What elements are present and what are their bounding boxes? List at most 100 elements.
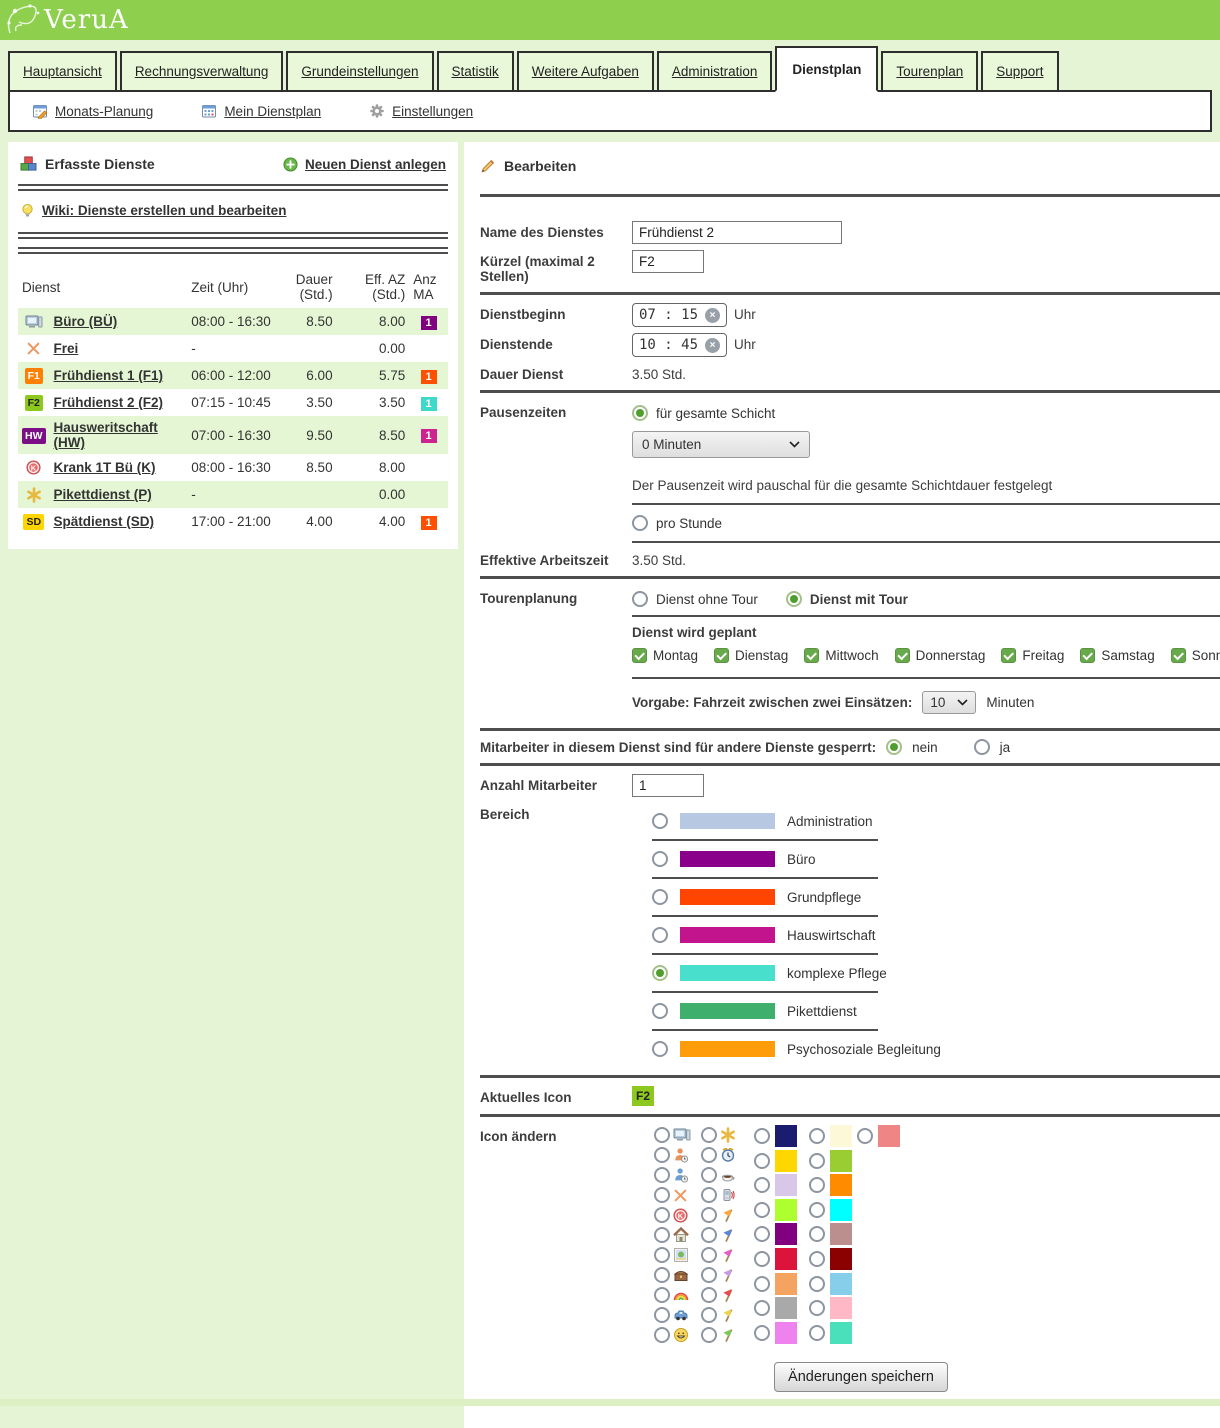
color-radio[interactable]	[857, 1128, 873, 1144]
color-radio[interactable]	[754, 1128, 770, 1144]
icon-radio[interactable]	[654, 1147, 670, 1163]
tab-dienstplan[interactable]: Dienstplan	[775, 46, 878, 92]
icon-radio[interactable]	[701, 1267, 717, 1283]
bereich-radio-administration[interactable]	[652, 813, 668, 829]
color-radio[interactable]	[754, 1251, 770, 1267]
pause-minutes-select[interactable]: 0 Minuten	[632, 431, 810, 458]
checkbox-freitag[interactable]	[1001, 648, 1016, 663]
color-option	[809, 1174, 857, 1196]
service-link[interactable]: Büro (BÜ)	[54, 314, 118, 329]
bereich-color-swatch	[680, 813, 775, 829]
tour-mit-radio[interactable]	[786, 591, 802, 607]
color-radio[interactable]	[809, 1177, 825, 1193]
color-radio[interactable]	[809, 1251, 825, 1267]
tab-support[interactable]: Support	[981, 51, 1058, 92]
color-radio[interactable]	[809, 1276, 825, 1292]
anzahl-input[interactable]	[632, 774, 704, 797]
wiki-link[interactable]: Wiki: Dienste erstellen und bearbeiten	[20, 203, 286, 218]
service-link[interactable]: Pikettdienst (P)	[54, 487, 152, 502]
icon-radio[interactable]	[701, 1187, 717, 1203]
color-radio[interactable]	[809, 1325, 825, 1341]
icon-radio[interactable]	[654, 1207, 670, 1223]
subnav-item-einstellungen[interactable]: Einstellungen	[369, 103, 473, 119]
new-service-link[interactable]: Neuen Dienst anlegen	[283, 157, 446, 172]
checkbox-montag[interactable]	[632, 648, 647, 663]
dienstende-input[interactable]: 10 : 45 ×	[632, 333, 727, 357]
icon-radio[interactable]	[701, 1307, 717, 1323]
color-radio[interactable]	[809, 1153, 825, 1169]
icon-radio[interactable]	[701, 1327, 717, 1343]
icon-radio[interactable]	[654, 1227, 670, 1243]
bereich-radio-hauswirtschaft[interactable]	[652, 927, 668, 943]
pause-stunde-radio[interactable]	[632, 515, 648, 531]
icon-radio[interactable]	[654, 1287, 670, 1303]
tour-ohne-radio[interactable]	[632, 591, 648, 607]
tab-tourenplan[interactable]: Tourenplan	[881, 51, 978, 92]
icon-radio[interactable]	[701, 1247, 717, 1263]
color-radio[interactable]	[754, 1226, 770, 1242]
icon-radio[interactable]	[654, 1127, 670, 1143]
icon-radio[interactable]	[654, 1187, 670, 1203]
clear-time-icon[interactable]: ×	[705, 338, 720, 353]
divider	[480, 728, 1220, 731]
tab-weitere-aufgaben[interactable]: Weitere Aufgaben	[517, 51, 654, 92]
subnav-item-monats-planung[interactable]: Monats-Planung	[32, 103, 153, 119]
color-radio[interactable]	[754, 1325, 770, 1341]
name-input[interactable]	[632, 221, 842, 244]
service-link[interactable]: Spätdienst (SD)	[54, 514, 155, 529]
icon-radio[interactable]	[654, 1247, 670, 1263]
icon-radio[interactable]	[654, 1327, 670, 1343]
icon-color-column	[857, 1125, 907, 1150]
color-radio[interactable]	[754, 1202, 770, 1218]
gesperrt-ja-radio[interactable]	[974, 739, 990, 755]
service-link[interactable]: Hausweritschaft (HW)	[54, 420, 158, 450]
icon-radio[interactable]	[654, 1307, 670, 1323]
color-radio[interactable]	[754, 1300, 770, 1316]
pause-schicht-radio[interactable]	[632, 405, 648, 421]
checkbox-dienstag[interactable]	[714, 648, 729, 663]
color-radio[interactable]	[754, 1177, 770, 1193]
bereich-radio-pikettdienst[interactable]	[652, 1003, 668, 1019]
icon-radio[interactable]	[654, 1267, 670, 1283]
clear-time-icon[interactable]: ×	[705, 308, 720, 323]
color-radio[interactable]	[809, 1128, 825, 1144]
color-radio[interactable]	[809, 1226, 825, 1242]
icon-radio[interactable]	[701, 1227, 717, 1243]
subnav-item-mein-dienstplan[interactable]: Mein Dienstplan	[201, 103, 321, 119]
color-radio[interactable]	[754, 1153, 770, 1169]
service-name-cell: Spätdienst (SD)	[50, 508, 188, 535]
color-radio[interactable]	[809, 1300, 825, 1316]
color-radio[interactable]	[754, 1276, 770, 1292]
bereich-radio-buero[interactable]	[652, 851, 668, 867]
service-link[interactable]: Krank 1T Bü (K)	[54, 460, 156, 475]
service-link[interactable]: Frühdienst 1 (F1)	[54, 368, 164, 383]
fahrzeit-select[interactable]: 10	[922, 691, 976, 714]
icon-radio[interactable]	[701, 1167, 717, 1183]
icon-radio[interactable]	[701, 1287, 717, 1303]
anz-ma-badge: 1	[421, 516, 437, 530]
tab-rechnungsverwaltung[interactable]: Rechnungsverwaltung	[120, 51, 284, 92]
checkbox-samstag[interactable]	[1080, 648, 1095, 663]
color-radio[interactable]	[809, 1202, 825, 1218]
gesperrt-nein-radio[interactable]	[886, 739, 902, 755]
icon-radio[interactable]	[701, 1147, 717, 1163]
service-icon-cell: F1	[18, 362, 50, 389]
tab-grundeinstellungen[interactable]: Grundeinstellungen	[286, 51, 433, 92]
dienstbeginn-input[interactable]: 07 : 15 ×	[632, 303, 727, 327]
icon-radio[interactable]	[701, 1207, 717, 1223]
checkbox-sonntag[interactable]	[1171, 648, 1186, 663]
service-link[interactable]: Frühdienst 2 (F2)	[54, 395, 164, 410]
tab-administration[interactable]: Administration	[657, 51, 773, 92]
checkbox-mittwoch[interactable]	[804, 648, 819, 663]
tab-hauptansicht[interactable]: Hauptansicht	[8, 51, 117, 92]
bereich-radio-komplexe-pflege[interactable]	[652, 965, 668, 981]
tab-statistik[interactable]: Statistik	[437, 51, 514, 92]
save-button[interactable]: Änderungen speichern	[774, 1362, 948, 1392]
icon-radio[interactable]	[654, 1167, 670, 1183]
kuerzel-input[interactable]	[632, 250, 704, 273]
icon-radio[interactable]	[701, 1127, 717, 1143]
service-link[interactable]: Frei	[54, 341, 79, 356]
checkbox-donnerstag[interactable]	[895, 648, 910, 663]
bereich-radio-psychosoziale-begleitung[interactable]	[652, 1041, 668, 1057]
bereich-radio-grundpflege[interactable]	[652, 889, 668, 905]
